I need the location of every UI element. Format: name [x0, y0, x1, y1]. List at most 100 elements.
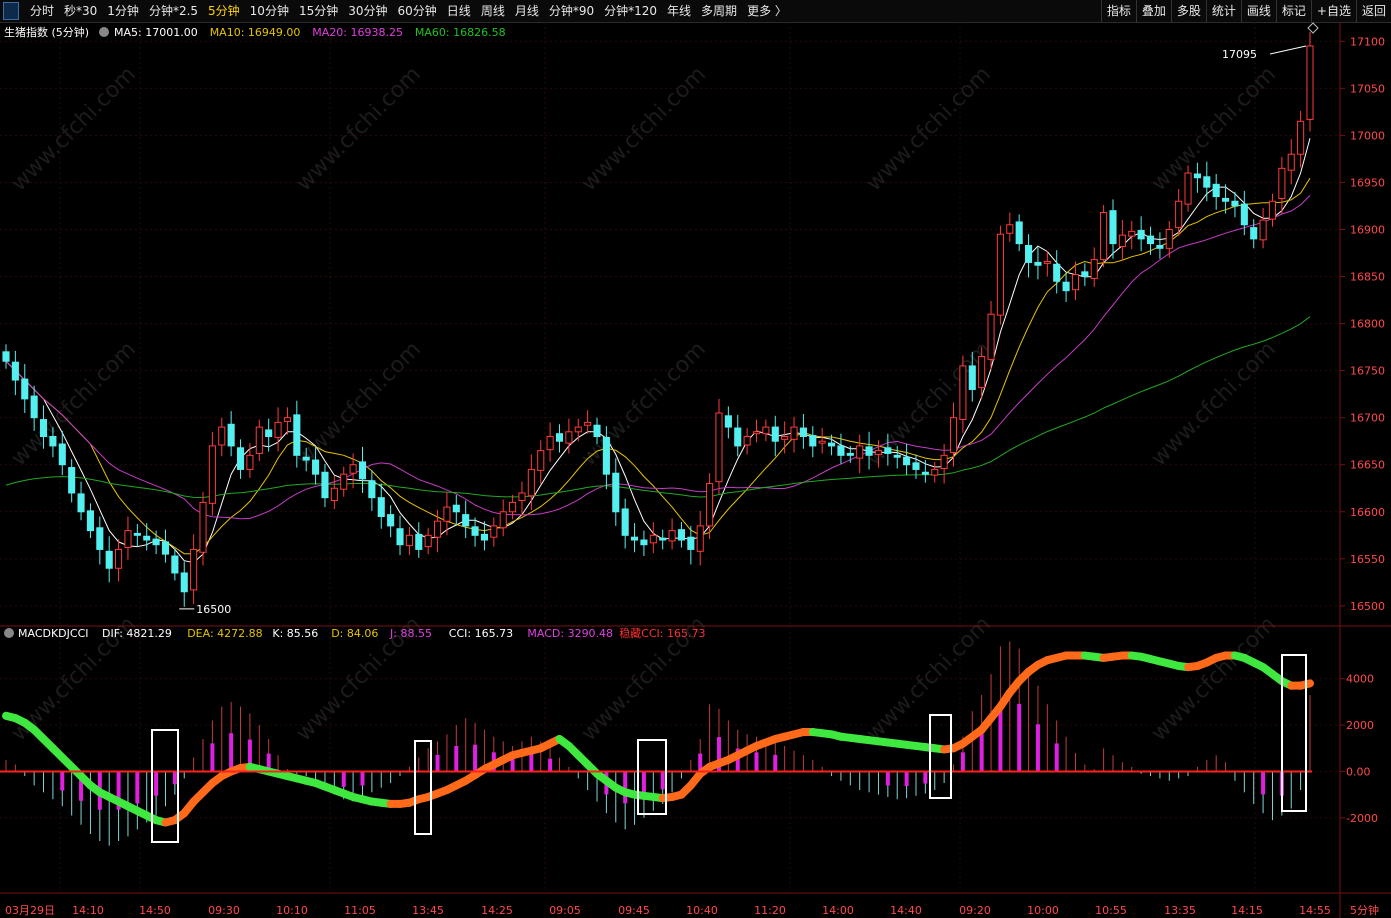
candle-body	[659, 537, 667, 541]
indicator-label-1: DEA: 4272.88	[187, 627, 262, 640]
period-tab-7[interactable]: 30分钟	[343, 0, 392, 22]
tool-button-6[interactable]: +自选	[1310, 0, 1356, 22]
period-list: 分时 秒*30 1分钟 分钟*2.5 5分钟 10分钟 15分钟 30分钟 60分钟 日线 周线 月线…	[0, 0, 792, 22]
candle-body	[724, 415, 732, 428]
period-tab-9[interactable]: 日线	[442, 0, 476, 22]
period-tab-10[interactable]: 周线	[476, 0, 510, 22]
candle-body	[828, 442, 836, 447]
candle-body	[949, 417, 958, 454]
period-tab-5[interactable]: 10分钟	[245, 0, 294, 22]
indicator-tick-label: 2000	[1346, 719, 1374, 732]
price-tick-label: 17100	[1350, 35, 1385, 48]
candle-body	[752, 431, 761, 435]
candle-body	[874, 450, 883, 455]
candle-body	[987, 313, 995, 360]
period-tab-3[interactable]: 分钟*2.5	[144, 0, 203, 22]
candle-body	[1053, 263, 1061, 282]
candle-body	[274, 421, 282, 438]
candle-body	[424, 534, 432, 548]
moving-average-lines	[5, 138, 1311, 564]
candle-body	[1006, 224, 1014, 234]
tool-button-7[interactable]: 返回	[1355, 0, 1391, 22]
candle-body	[161, 541, 170, 555]
period-tab-0[interactable]: 分时	[25, 0, 59, 22]
period-tab-14[interactable]: 年线	[662, 0, 696, 22]
period-tab-15[interactable]: 多周期	[696, 0, 742, 22]
watermark-layer: www.cfchi.com www.cfchi.com www.cfchi.com w…	[7, 62, 1281, 746]
candle-body	[1240, 203, 1248, 226]
price-tick-label: 16850	[1350, 271, 1385, 284]
indicator-label-0: DIF: 4821.29	[102, 627, 172, 640]
candle-body	[612, 472, 620, 513]
period-tab-6[interactable]: 15分钟	[294, 0, 343, 22]
candle-body	[330, 487, 338, 501]
candle-body	[1034, 261, 1042, 266]
candle-body	[1025, 244, 1033, 263]
kdj-bar	[341, 771, 346, 787]
period-tab-12[interactable]: 分钟*90	[544, 0, 599, 22]
kdj-bar	[773, 754, 778, 772]
indicator-label-3: D: 84.06	[331, 627, 378, 640]
candle-body	[1231, 200, 1239, 207]
candle-body	[565, 431, 573, 444]
candle-body	[143, 535, 151, 541]
candlestick-chart[interactable]: www.cfchi.com www.cfchi.com www.cfchi.com w…	[0, 22, 1391, 918]
candle-body	[621, 508, 629, 536]
candle-body	[462, 514, 470, 527]
period-tab-2[interactable]: 1分钟	[102, 0, 144, 22]
candle-body	[996, 233, 1004, 316]
kdj-bar	[135, 771, 140, 804]
candle-body	[471, 526, 479, 536]
candle-body	[584, 421, 592, 426]
time-tick-label: 10:55	[1095, 904, 1127, 917]
period-tab-13[interactable]: 分钟*120	[599, 0, 662, 22]
period-tab-8[interactable]: 60分钟	[393, 0, 442, 22]
candle-body	[321, 471, 329, 499]
tool-button-3[interactable]: 统计	[1205, 0, 1241, 22]
watermark-text: www.cfchi.com	[862, 62, 996, 196]
price-tick-label: 16650	[1350, 459, 1385, 472]
candle-body	[1193, 173, 1201, 179]
tool-button-4[interactable]: 画线	[1240, 0, 1276, 22]
kdj-bar	[1035, 724, 1040, 772]
indicator-label-4: J: 88.55	[389, 627, 432, 640]
watermark-text: www.cfchi.com	[1147, 62, 1281, 196]
candle-body	[255, 426, 263, 454]
tool-menu: 指标 叠加 多股 统计 画线 标记 +自选 返回	[1100, 0, 1391, 22]
kdj-bar	[960, 752, 965, 772]
candle-body	[743, 436, 751, 446]
kdj-bar	[1054, 743, 1059, 772]
period-tab-4[interactable]: 5分钟	[203, 0, 245, 22]
candle-body	[771, 426, 779, 442]
candle-body	[865, 446, 873, 456]
time-tick-label: 13:45	[412, 904, 444, 917]
time-tick-label: 14:15	[1231, 904, 1263, 917]
candle-body	[546, 436, 554, 451]
ma-label-3: MA60: 16826.58	[415, 26, 506, 39]
candle-body	[1015, 221, 1023, 245]
period-tab-11[interactable]: 月线	[510, 0, 544, 22]
candle-body	[1259, 219, 1267, 241]
candle-body	[893, 454, 901, 458]
candle-body	[415, 533, 423, 550]
candle-body	[480, 533, 488, 541]
tool-button-0[interactable]: 指标	[1100, 0, 1136, 22]
tool-button-1[interactable]: 叠加	[1135, 0, 1171, 22]
watermark-text: www.cfchi.com	[7, 337, 141, 471]
candle-body	[1071, 274, 1080, 291]
plot-area	[0, 22, 1340, 918]
candle-body	[931, 468, 939, 476]
candle-body	[358, 461, 367, 480]
candle-body	[218, 426, 226, 446]
period-tab-1[interactable]: 秒*30	[59, 0, 102, 22]
watermark-text: www.cfchi.com	[7, 62, 141, 196]
tool-button-2[interactable]: 多股	[1170, 0, 1206, 22]
candle-body	[781, 436, 789, 440]
candle-body	[1203, 176, 1211, 188]
kdj-bar	[454, 745, 459, 772]
candle-body	[555, 433, 564, 442]
candle-body	[302, 456, 310, 461]
period-tab-16[interactable]: 更多 〉	[742, 0, 792, 22]
diamond-icon	[1307, 22, 1319, 34]
tool-button-5[interactable]: 标记	[1275, 0, 1311, 22]
